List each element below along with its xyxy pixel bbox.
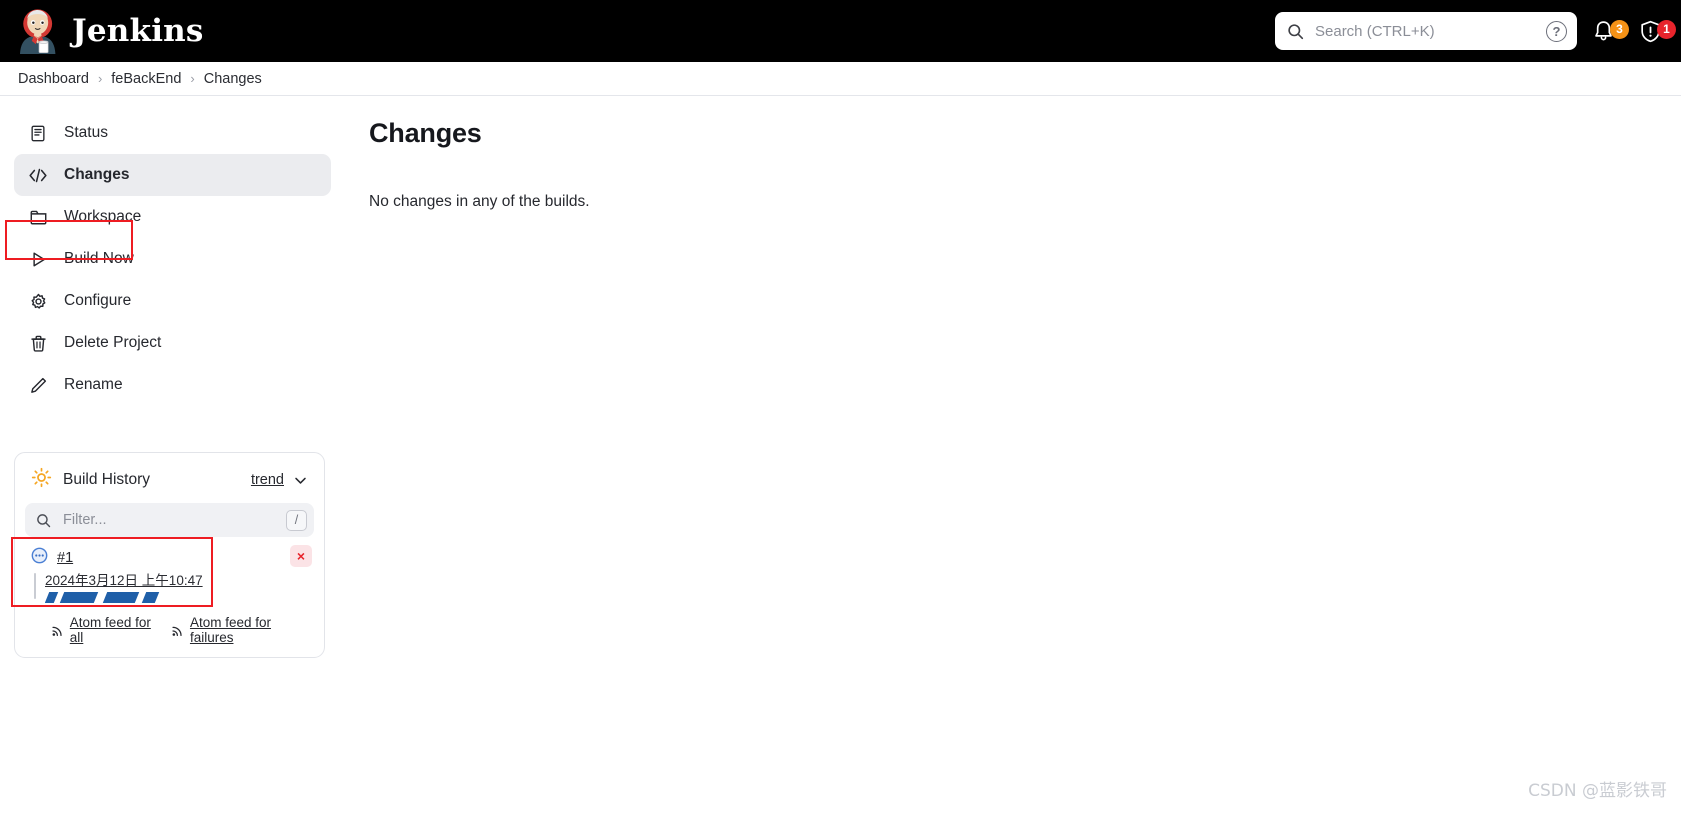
build-date-wrap: 2024年3月12日 上午10:47 xyxy=(31,571,310,604)
sidebar-item-workspace[interactable]: Workspace xyxy=(14,196,331,238)
atom-feed-all-link[interactable]: Atom feed for all xyxy=(51,615,160,645)
breadcrumb-item-changes[interactable]: Changes xyxy=(204,71,262,87)
chevron-down-icon xyxy=(295,477,306,484)
build-date-link[interactable]: 2024年3月12日 上午10:47 xyxy=(45,571,203,591)
brand-name: Jenkins xyxy=(72,13,204,49)
gear-icon xyxy=(28,291,48,311)
search-box[interactable]: ? xyxy=(1275,12,1577,50)
rss-icon xyxy=(172,626,182,636)
security-button[interactable]: 1 xyxy=(1638,19,1676,44)
build-history-row[interactable]: #1 2024年3月12日 上午10:47 × xyxy=(25,537,314,609)
sidebar-item-label: Configure xyxy=(64,292,132,309)
sidebar-item-label: Rename xyxy=(64,376,123,393)
rss-icon xyxy=(52,626,62,636)
build-history-panel: Build History trend / xyxy=(11,452,325,659)
sidebar: Status Changes Workspace Build Now Confi… xyxy=(0,96,345,659)
breadcrumb-separator: › xyxy=(97,71,103,86)
jenkins-home-link[interactable]: Jenkins xyxy=(18,8,204,54)
sidebar-item-delete-project[interactable]: Delete Project xyxy=(14,322,331,364)
breadcrumb-item-project[interactable]: feBackEnd xyxy=(111,71,181,87)
play-icon xyxy=(28,249,48,269)
sidebar-item-label: Delete Project xyxy=(64,334,162,351)
redaction-bars xyxy=(45,592,161,604)
sidebar-item-label: Build Now xyxy=(64,250,134,267)
main-content: Changes No changes in any of the builds. xyxy=(345,96,1681,211)
sidebar-item-status[interactable]: Status xyxy=(14,112,331,154)
document-icon xyxy=(28,123,48,143)
in-progress-icon xyxy=(31,547,48,569)
task-list: Status Changes Workspace Build Now Confi… xyxy=(14,112,331,406)
atom-feed-all-label: Atom feed for all xyxy=(69,615,151,646)
search-help-icon[interactable]: ? xyxy=(1546,20,1567,42)
search-icon xyxy=(1288,23,1304,39)
watermark: CSDN @蓝影铁哥 xyxy=(1528,781,1667,801)
build-filter-row[interactable]: / xyxy=(25,503,314,537)
pencil-icon xyxy=(28,375,48,395)
sidebar-item-changes[interactable]: Changes xyxy=(14,154,331,196)
breadcrumb-item-dashboard[interactable]: Dashboard xyxy=(18,71,89,87)
sun-icon xyxy=(31,467,52,493)
search-icon xyxy=(37,513,51,527)
search-input[interactable] xyxy=(1313,21,1537,41)
security-badge: 1 xyxy=(1657,19,1676,39)
build-timeline-bar xyxy=(34,573,36,600)
top-header: Jenkins ? 3 1 xyxy=(0,0,1681,62)
folder-icon xyxy=(28,207,48,227)
sidebar-item-label: Status xyxy=(64,124,108,141)
delete-build-button[interactable]: × xyxy=(290,545,312,567)
sidebar-item-configure[interactable]: Configure xyxy=(14,280,331,322)
build-trend-label: trend xyxy=(250,472,284,488)
notifications-button[interactable]: 3 xyxy=(1591,19,1629,44)
breadcrumb-separator: › xyxy=(190,71,195,86)
sidebar-item-build-now[interactable]: Build Now xyxy=(14,238,331,280)
atom-feed-failures-link[interactable]: Atom feed for failures xyxy=(171,615,308,645)
page-layout: Status Changes Workspace Build Now Confi… xyxy=(0,96,1681,659)
atom-feed-failures-label: Atom feed for failures xyxy=(189,615,271,646)
empty-state-message: No changes in any of the builds. xyxy=(369,193,590,210)
build-row-content: #1 2024年3月12日 上午10:47 xyxy=(31,547,310,604)
breadcrumb: Dashboard › feBackEnd › Changes xyxy=(0,62,1681,96)
build-history-header: Build History trend xyxy=(25,463,314,503)
build-row-top: #1 xyxy=(31,547,310,569)
code-icon xyxy=(28,165,48,185)
page-title: Changes xyxy=(369,118,482,148)
filter-shortcut-badge: / xyxy=(286,509,307,531)
atom-feeds: Atom feed for all Atom feed for failures xyxy=(25,609,314,645)
build-history-title: Build History xyxy=(63,471,150,488)
sidebar-item-label: Changes xyxy=(64,166,130,183)
build-number-link[interactable]: #1 xyxy=(57,550,73,566)
sidebar-item-rename[interactable]: Rename xyxy=(14,364,331,406)
notifications-badge: 3 xyxy=(1610,19,1629,39)
header-right-actions: ? 3 1 xyxy=(1275,12,1676,50)
trash-icon xyxy=(28,333,48,353)
build-trend-button[interactable]: trend xyxy=(251,472,308,488)
jenkins-butler-logo xyxy=(19,9,56,54)
sidebar-item-label: Workspace xyxy=(64,208,142,225)
build-filter-input[interactable] xyxy=(61,511,276,529)
